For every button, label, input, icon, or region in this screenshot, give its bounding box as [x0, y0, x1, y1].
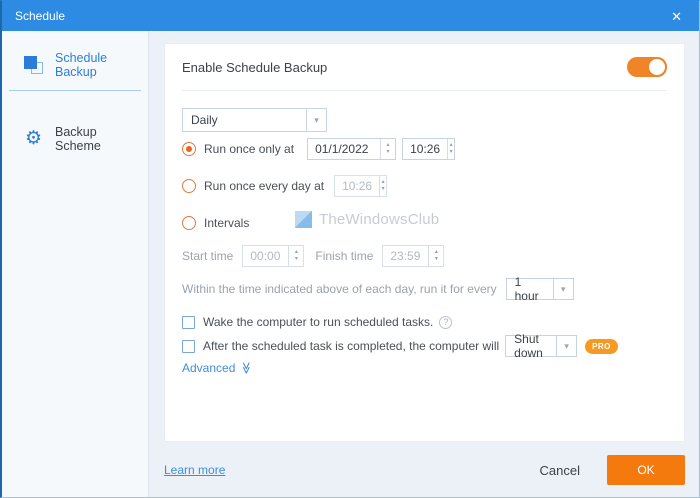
after-task-label: After the scheduled task is completed, t… — [203, 339, 500, 353]
learn-more-link[interactable]: Learn more — [164, 463, 225, 477]
wake-label: Wake the computer to run scheduled tasks… — [203, 315, 434, 329]
help-icon[interactable]: ? — [439, 315, 453, 329]
sidebar-item-label: Backup Scheme — [55, 125, 101, 153]
run-every-day-row: Run once every day at 10:26 ▴ ▾ — [182, 175, 667, 197]
titlebar: Schedule ✕ — [2, 1, 699, 31]
checkbox-wake-computer[interactable] — [182, 315, 195, 329]
interval-frequency-text: Within the time indicated above of each … — [182, 282, 497, 296]
sidebar-item-backup-scheme[interactable]: ⚙ Backup Scheme — [9, 115, 141, 164]
close-icon[interactable]: ✕ — [667, 8, 686, 25]
start-time-label: Start time — [182, 249, 234, 263]
enable-schedule-toggle[interactable] — [627, 57, 667, 77]
run-once-time-spinner[interactable]: 10:26 ▴ ▾ — [402, 138, 456, 160]
enable-label: Enable Schedule Backup — [182, 59, 328, 75]
spinner-arrows-icon[interactable]: ▴ ▾ — [288, 246, 303, 266]
time-value: 10:26 — [342, 179, 373, 193]
frequency-select[interactable]: Daily ▾ — [182, 108, 327, 132]
watermark: TheWindowsClub — [295, 211, 439, 228]
divider — [182, 90, 667, 91]
advanced-label: Advanced — [182, 361, 236, 375]
date-value: 01/1/2022 — [315, 142, 369, 156]
sidebar-item-schedule-backup[interactable]: Schedule Backup — [9, 41, 141, 91]
radio-run-every-day[interactable] — [182, 179, 196, 193]
chevron-down-icon: ▾ — [556, 336, 576, 356]
gear-icon: ⚙ — [24, 128, 43, 149]
time-value: 10:26 — [410, 142, 441, 156]
start-finish-row: Start time 00:00 ▴ ▾ Finish time 23:59 ▴ ▾ — [182, 245, 667, 267]
ok-button[interactable]: OK — [607, 455, 685, 485]
run-every-day-time-spinner[interactable]: 10:26 ▴ ▾ — [334, 175, 388, 197]
chevron-down-icon: ▾ — [306, 109, 326, 131]
start-time-value: 00:00 — [250, 249, 281, 263]
finish-time-value: 23:59 — [390, 249, 421, 263]
thewindowsclub-logo-icon — [295, 211, 312, 228]
schedule-panel: Enable Schedule Backup Daily ▾ Run once … — [164, 43, 685, 442]
interval-frequency-value: 1 hour — [514, 275, 539, 303]
spinner-arrows-icon[interactable]: ▴ ▾ — [447, 139, 454, 159]
double-chevron-down-icon: ≫ — [239, 361, 254, 375]
sidebar: Schedule Backup ⚙ Backup Scheme — [2, 31, 149, 497]
after-task-select[interactable]: Shut down ▾ — [505, 332, 578, 360]
start-time-spinner[interactable]: 00:00 ▴ ▾ — [242, 245, 305, 267]
after-task-value: Shut down — [514, 332, 543, 360]
run-every-day-label: Run once every day at — [204, 179, 325, 193]
spinner-arrows-icon[interactable]: ▴ ▾ — [379, 176, 386, 196]
interval-frequency-row: Within the time indicated above of each … — [182, 275, 667, 303]
frequency-value: Daily — [191, 113, 218, 127]
schedule-dialog: Schedule ✕ Schedule Backup ⚙ Backup Sche… — [0, 0, 700, 498]
advanced-row: Advanced ≫ — [182, 360, 667, 376]
toggle-knob — [647, 57, 667, 77]
spinner-arrows-icon[interactable]: ▴ ▾ — [428, 246, 443, 266]
run-once-row: Run once only at 01/1/2022 ▴ ▾ 10:26 ▴ ▾ — [182, 138, 667, 160]
footer: Learn more Cancel OK — [164, 455, 685, 485]
checkbox-after-task[interactable] — [182, 339, 195, 353]
content-area: Enable Schedule Backup Daily ▾ Run once … — [149, 31, 699, 497]
window-title: Schedule — [15, 9, 66, 23]
run-once-date-spinner[interactable]: 01/1/2022 ▴ ▾ — [307, 138, 397, 160]
spinner-arrows-icon[interactable]: ▴ ▾ — [380, 139, 395, 159]
finish-time-label: Finish time — [315, 249, 374, 263]
after-task-row: After the scheduled task is completed, t… — [182, 332, 667, 360]
advanced-link[interactable]: Advanced ≫ — [182, 361, 254, 375]
schedule-backup-icon — [24, 56, 43, 74]
intervals-label: Intervals — [204, 216, 250, 230]
cancel-button[interactable]: Cancel — [540, 463, 580, 478]
pro-badge: PRO — [585, 338, 618, 354]
wake-row: Wake the computer to run scheduled tasks… — [182, 313, 667, 331]
radio-run-once[interactable] — [182, 142, 196, 156]
frequency-row: Daily ▾ — [182, 108, 667, 132]
radio-intervals[interactable] — [182, 216, 196, 230]
enable-row: Enable Schedule Backup — [182, 56, 667, 78]
interval-frequency-select[interactable]: 1 hour ▾ — [505, 275, 574, 303]
finish-time-spinner[interactable]: 23:59 ▴ ▾ — [382, 245, 445, 267]
watermark-text: TheWindowsClub — [319, 211, 440, 228]
run-once-label: Run once only at — [204, 142, 295, 156]
sidebar-item-label: Schedule Backup — [55, 51, 108, 79]
chevron-down-icon: ▾ — [552, 279, 573, 299]
